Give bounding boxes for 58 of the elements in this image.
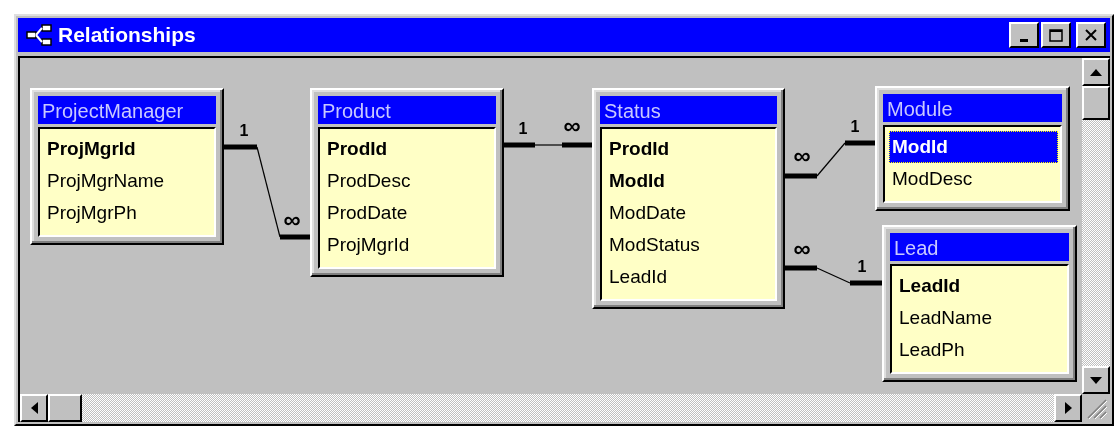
field-name[interactable]: LeadName [896, 302, 1065, 334]
field-name[interactable]: ProjMgrPh [44, 197, 212, 229]
table-panel[interactable]: Status ProdId ModId ModDate ModStatus LeadId [592, 88, 785, 309]
field-name[interactable]: ModDesc [889, 163, 1058, 195]
table-panel[interactable]: Lead LeadId LeadName LeadPh [882, 225, 1077, 382]
field-name[interactable]: LeadId [896, 270, 1065, 302]
field-name[interactable]: ProjMgrName [44, 165, 212, 197]
window-title: Relationships [58, 23, 196, 47]
many-label: ∞ [793, 235, 811, 262]
one-label: 1 [518, 120, 528, 137]
one-label: 1 [857, 258, 867, 275]
field-name[interactable]: ModStatus [606, 229, 773, 261]
field-name[interactable]: LeadId [606, 261, 773, 293]
one-label: 1 [239, 122, 249, 139]
one-label: 1 [850, 118, 860, 135]
minimize-icon [1020, 38, 1028, 42]
scroll-down-button[interactable] [1082, 366, 1110, 394]
table-panel[interactable]: Module ModId ModDesc [875, 86, 1070, 211]
field-name[interactable]: ProjMgrId [44, 133, 212, 165]
field-name[interactable]: ModId [606, 165, 773, 197]
maximize-button[interactable] [1041, 22, 1071, 48]
up-arrow-icon [1090, 68, 1102, 76]
table-title[interactable]: Module [883, 94, 1062, 122]
field-name[interactable]: ModDate [606, 197, 773, 229]
close-button[interactable] [1076, 22, 1106, 48]
scroll-left-button[interactable] [20, 394, 48, 422]
minimize-button[interactable] [1009, 22, 1039, 48]
left-arrow-icon [30, 402, 38, 414]
field-name[interactable]: LeadPh [896, 334, 1065, 366]
relationship-line[interactable] [224, 144, 310, 240]
field-name[interactable]: ModId [889, 131, 1058, 163]
relationship-line[interactable] [785, 140, 875, 179]
table-panel[interactable]: Product ProdId ProdDesc ProdDate ProjMgrId [310, 88, 504, 277]
field-name[interactable]: ProjMgrId [324, 229, 492, 261]
maximize-icon [1049, 28, 1063, 42]
field-name[interactable]: ProdDate [324, 197, 492, 229]
down-arrow-icon [1090, 376, 1102, 384]
field-name[interactable]: ProdDesc [324, 165, 492, 197]
horizontal-scrollbar[interactable] [20, 394, 1082, 422]
right-arrow-icon [1064, 402, 1072, 414]
many-label: ∞ [563, 112, 581, 139]
relationships-icon [26, 24, 52, 46]
field-name[interactable]: ProdId [606, 133, 773, 165]
scroll-up-button[interactable] [1082, 58, 1110, 86]
table-title[interactable]: Lead [890, 233, 1069, 261]
scroll-right-button[interactable] [1054, 394, 1082, 422]
many-label: ∞ [283, 206, 301, 233]
scroll-thumb[interactable] [48, 394, 82, 422]
table-title[interactable]: ProjectManager [38, 96, 216, 124]
table-title[interactable]: Status [600, 96, 777, 124]
vertical-scrollbar[interactable] [1082, 58, 1110, 394]
close-icon [1084, 29, 1098, 41]
scroll-thumb[interactable] [1082, 86, 1110, 120]
many-label: ∞ [793, 142, 811, 169]
table-panel[interactable]: ProjectManager ProjMgrId ProjMgrName ProjMgrPh [30, 88, 224, 245]
field-name[interactable]: ProdId [324, 133, 492, 165]
table-title[interactable]: Product [318, 96, 496, 124]
relationship-line[interactable] [504, 142, 592, 148]
